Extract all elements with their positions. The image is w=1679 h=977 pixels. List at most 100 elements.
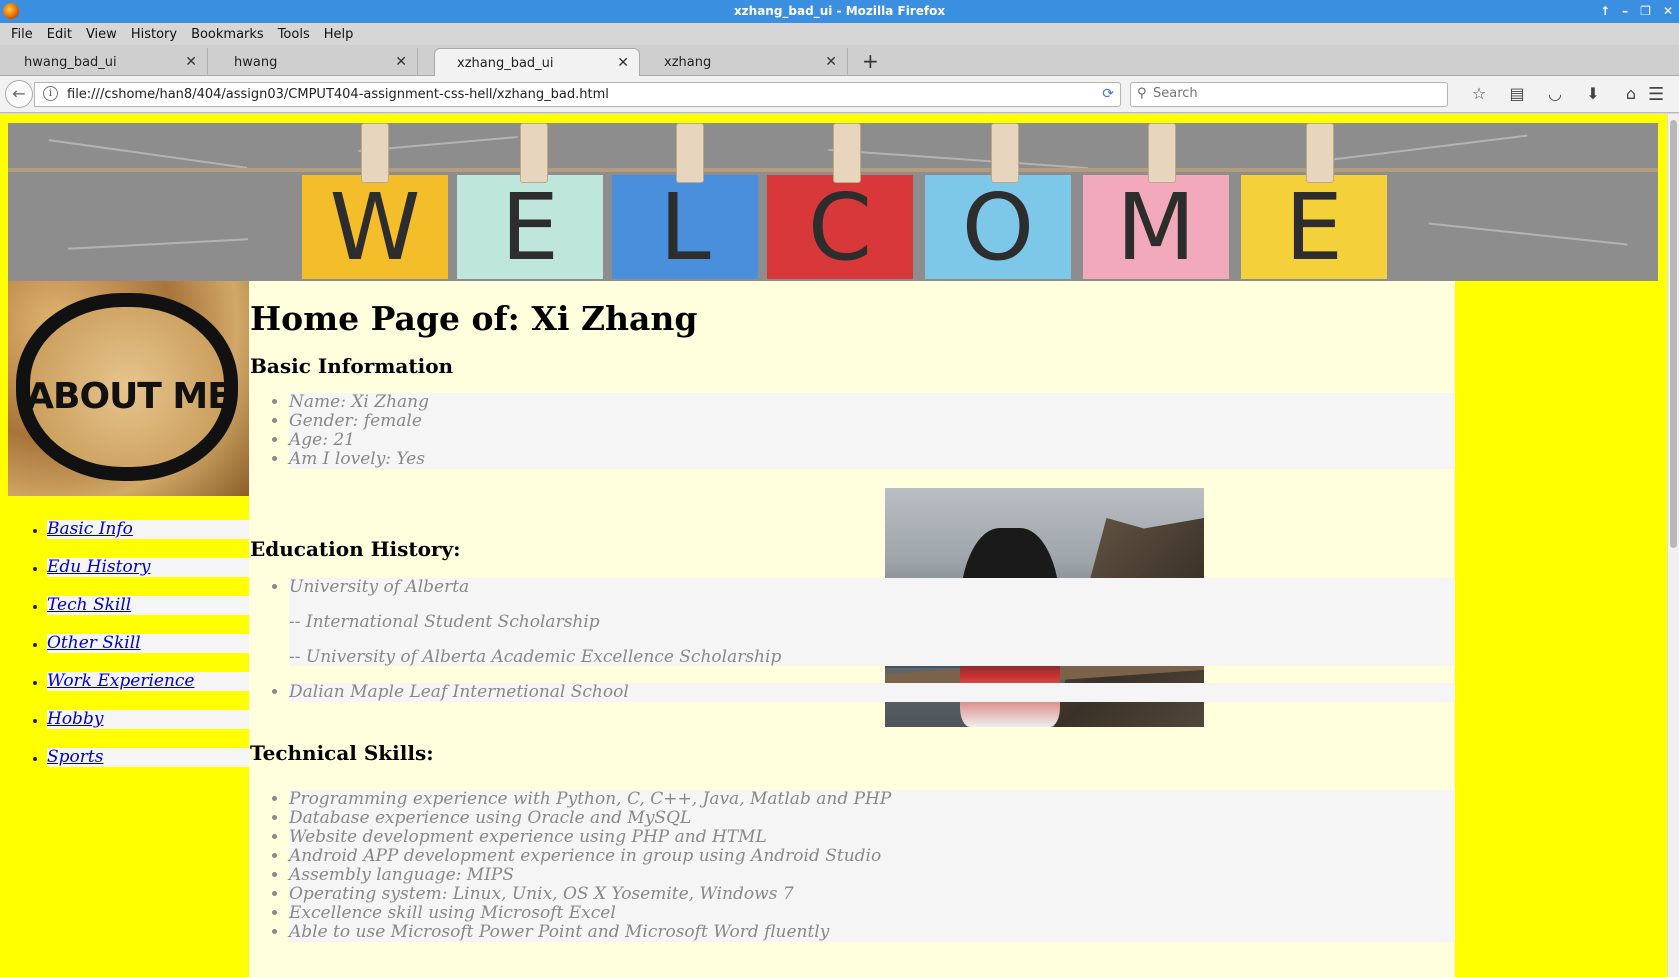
banner-letter-card: E xyxy=(457,174,603,281)
tab-close-icon[interactable]: ✕ xyxy=(825,54,837,70)
menu-file[interactable]: File xyxy=(4,27,40,42)
list-item: Assembly language: MIPS xyxy=(289,866,1455,885)
menu-bar: File Edit View History Bookmarks Tools H… xyxy=(0,23,1679,45)
tab-hwang[interactable]: hwang ✕ xyxy=(212,48,418,76)
window-close-icon[interactable]: ✕ xyxy=(1663,0,1673,23)
sidebar-nav: Basic Info Edu History Tech Skill Other … xyxy=(8,520,249,786)
page-viewport: W E L C O M E ABOUT ME Basic Info Edu Hi… xyxy=(0,114,1667,977)
window-controls: ↑ – ❐ ✕ xyxy=(1600,0,1673,23)
menu-tools[interactable]: Tools xyxy=(271,27,317,42)
back-arrow-icon[interactable]: ← xyxy=(5,80,33,108)
list-item: Sports xyxy=(47,748,249,767)
list-item: Programming experience with Python, C, C… xyxy=(289,790,1455,809)
navigation-toolbar: ← i file:///cshome/han8/404/assign03/CMP… xyxy=(0,76,1679,113)
list-item: Dalian Maple Leaf Internetional School xyxy=(289,683,1455,702)
page-info-icon[interactable]: i xyxy=(43,86,58,101)
main-content: Home Page of: Xi Zhang Basic Information… xyxy=(249,281,1455,977)
clothespin xyxy=(1148,123,1176,183)
banner-letter-card: E xyxy=(1241,174,1387,281)
tech-skills-list: Programming experience with Python, C, C… xyxy=(289,790,1455,942)
about-me-image: ABOUT ME xyxy=(8,281,249,496)
clothespin xyxy=(991,123,1019,183)
tab-label: xzhang_bad_ui xyxy=(457,56,554,71)
reader-list-icon[interactable]: ▤ xyxy=(1498,84,1536,103)
clothespin xyxy=(361,123,389,183)
edu-list-2: Dalian Maple Leaf Internetional School xyxy=(289,683,1455,702)
list-item: Android APP development experience in gr… xyxy=(289,847,1455,866)
tab-label: hwang_bad_ui xyxy=(24,55,117,70)
list-item: Tech Skill xyxy=(47,596,249,615)
nav-link-work-experience[interactable]: Work Experience xyxy=(47,672,249,691)
edu-list: University of Alberta -- International S… xyxy=(289,578,1455,667)
banner-letter-card: L xyxy=(612,174,758,281)
window-maximize-icon[interactable]: ❐ xyxy=(1640,0,1651,23)
tab-label: hwang xyxy=(234,55,278,70)
window-titlebar: xzhang_bad_ui - Mozilla Firefox ↑ – ❐ ✕ xyxy=(0,0,1679,23)
list-item: Gender: female xyxy=(289,412,1455,431)
edu-university: University of Alberta xyxy=(289,577,470,597)
welcome-banner-image: W E L C O M E xyxy=(8,123,1658,281)
window-title: xzhang_bad_ui - Mozilla Firefox xyxy=(733,4,946,18)
banner-letter-card: M xyxy=(1083,174,1229,281)
list-item: Database experience using Oracle and MyS… xyxy=(289,809,1455,828)
list-item: Website development experience using PHP… xyxy=(289,828,1455,847)
tab-label: xzhang xyxy=(664,55,712,70)
list-item: Hobby xyxy=(47,710,249,729)
clothespin xyxy=(1306,123,1334,183)
toolbar-icons: ☆ ▤ ◡ ⬇ ⌂ xyxy=(1460,84,1650,103)
tab-hwang-bad-ui[interactable]: hwang_bad_ui ✕ xyxy=(2,48,208,76)
list-item: University of Alberta -- International S… xyxy=(289,578,1455,667)
url-bar[interactable]: i file:///cshome/han8/404/assign03/CMPUT… xyxy=(34,82,1121,107)
list-item: Other Skill xyxy=(47,634,249,653)
nav-link-hobby[interactable]: Hobby xyxy=(47,710,249,729)
tab-xzhang[interactable]: xzhang ✕ xyxy=(642,48,848,76)
window-raise-icon[interactable]: ↑ xyxy=(1600,0,1610,23)
bookmark-star-icon[interactable]: ☆ xyxy=(1460,84,1498,103)
firefox-logo-icon xyxy=(3,3,19,19)
nav-link-tech-skill[interactable]: Tech Skill xyxy=(47,596,249,615)
menu-bookmarks[interactable]: Bookmarks xyxy=(184,27,271,42)
search-input[interactable] xyxy=(1153,86,1433,101)
download-icon[interactable]: ⬇ xyxy=(1574,84,1612,103)
nav-link-sports[interactable]: Sports xyxy=(47,748,249,767)
menu-history[interactable]: History xyxy=(124,27,184,42)
search-box[interactable]: ⚲ xyxy=(1130,82,1448,107)
clothespin xyxy=(520,123,548,183)
page-scrollbar[interactable] xyxy=(1667,114,1679,977)
nav-link-other-skill[interactable]: Other Skill xyxy=(47,634,249,653)
menu-view[interactable]: View xyxy=(79,27,124,42)
tab-close-icon[interactable]: ✕ xyxy=(617,55,629,71)
window-minimize-icon[interactable]: – xyxy=(1622,0,1628,23)
tab-xzhang-bad-ui[interactable]: xzhang_bad_ui ✕ xyxy=(434,48,640,77)
new-tab-icon[interactable]: + xyxy=(862,49,879,73)
home-icon[interactable]: ⌂ xyxy=(1612,84,1650,103)
url-text[interactable]: file:///cshome/han8/404/assign03/CMPUT40… xyxy=(67,87,609,102)
tab-close-icon[interactable]: ✕ xyxy=(395,54,407,70)
list-item: Excellence skill using Microsoft Excel xyxy=(289,904,1455,923)
list-item: Basic Info xyxy=(47,520,249,539)
list-item: Operating system: Linux, Unix, OS X Yose… xyxy=(289,885,1455,904)
menu-edit[interactable]: Edit xyxy=(40,27,79,42)
search-icon: ⚲ xyxy=(1137,86,1147,101)
pocket-icon[interactable]: ◡ xyxy=(1536,84,1574,103)
edu-history-heading: Education History: xyxy=(250,537,461,561)
menu-help[interactable]: Help xyxy=(317,27,361,42)
list-item: Able to use Microsoft Power Point and Mi… xyxy=(289,923,1455,942)
basic-info-heading: Basic Information xyxy=(250,354,454,378)
page-title: Home Page of: Xi Zhang xyxy=(250,299,698,338)
tab-close-icon[interactable]: ✕ xyxy=(185,54,197,70)
list-item: Work Experience xyxy=(47,672,249,691)
scrollbar-thumb[interactable] xyxy=(1670,120,1677,548)
banner-letter-card: O xyxy=(925,174,1071,281)
list-item: Age: 21 xyxy=(289,431,1455,450)
nav-link-edu-history[interactable]: Edu History xyxy=(47,558,249,577)
hamburger-menu-icon[interactable]: ☰ xyxy=(1648,84,1664,105)
list-item: Edu History xyxy=(47,558,249,577)
clothespin xyxy=(676,123,704,183)
reload-icon[interactable]: ⟳ xyxy=(1102,86,1114,102)
list-item: Name: Xi Zhang xyxy=(289,393,1455,412)
clothespin xyxy=(833,123,861,183)
nav-link-basic-info[interactable]: Basic Info xyxy=(47,520,249,539)
basic-info-list: Name: Xi Zhang Gender: female Age: 21 Am… xyxy=(289,393,1455,469)
tab-bar: hwang_bad_ui ✕ hwang ✕ xzhang_bad_ui ✕ x… xyxy=(0,45,1679,77)
